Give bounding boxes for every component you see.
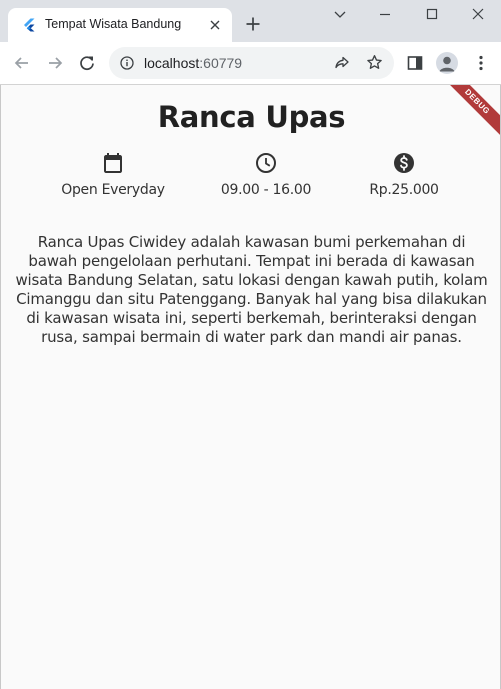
flutter-icon	[24, 18, 35, 32]
back-arrow-icon[interactable]	[13, 54, 31, 72]
info-open-days: Open Everyday	[43, 151, 183, 198]
calendar-icon	[104, 153, 122, 173]
address-bar[interactable]: localhost:60779	[109, 47, 394, 79]
browser-tab[interactable]: Tempat Wisata Bandung	[8, 8, 232, 42]
close-icon[interactable]	[471, 7, 485, 21]
profile-avatar-icon	[439, 56, 455, 72]
maximize-icon[interactable]	[425, 7, 439, 21]
money-icon	[394, 153, 414, 173]
page-title: Ranca Upas	[157, 100, 346, 134]
url-port: :60779	[199, 55, 243, 71]
profile-icon[interactable]	[436, 52, 458, 74]
reload-icon[interactable]	[78, 54, 96, 72]
share-icon[interactable]	[334, 55, 350, 71]
site-info-icon[interactable]	[120, 56, 134, 70]
place-description: Ranca Upas Ciwidey adalah kawasan bumi p…	[15, 233, 488, 346]
url-host: localhost	[144, 55, 200, 71]
ticket-price-text: Rp.25.000	[369, 182, 439, 198]
more-vert-icon[interactable]	[472, 54, 490, 72]
tab-close-icon[interactable]	[208, 18, 222, 32]
browser-toolbar: localhost:60779	[0, 42, 501, 85]
app-page: DEBUG Ranca Upas Open Everyday 09.00 - 1…	[0, 85, 501, 689]
info-price: Rp.25.000	[334, 151, 474, 198]
new-tab-icon[interactable]	[245, 16, 261, 32]
open-days-text: Open Everyday	[61, 182, 165, 198]
side-panel-icon[interactable]	[406, 54, 424, 72]
url-text[interactable]: localhost:60779	[144, 55, 242, 71]
chevron-down-icon[interactable]	[333, 7, 347, 21]
opening-hours-text: 09.00 - 16.00	[220, 182, 312, 198]
tab-title: Tempat Wisata Bandung	[45, 17, 182, 31]
minimize-icon[interactable]	[378, 7, 392, 21]
info-hours: 09.00 - 16.00	[196, 151, 336, 198]
forward-arrow-icon[interactable]	[46, 54, 64, 72]
star-icon[interactable]	[366, 54, 383, 71]
tab-strip: Tempat Wisata Bandung	[0, 0, 501, 42]
clock-icon	[256, 153, 276, 173]
